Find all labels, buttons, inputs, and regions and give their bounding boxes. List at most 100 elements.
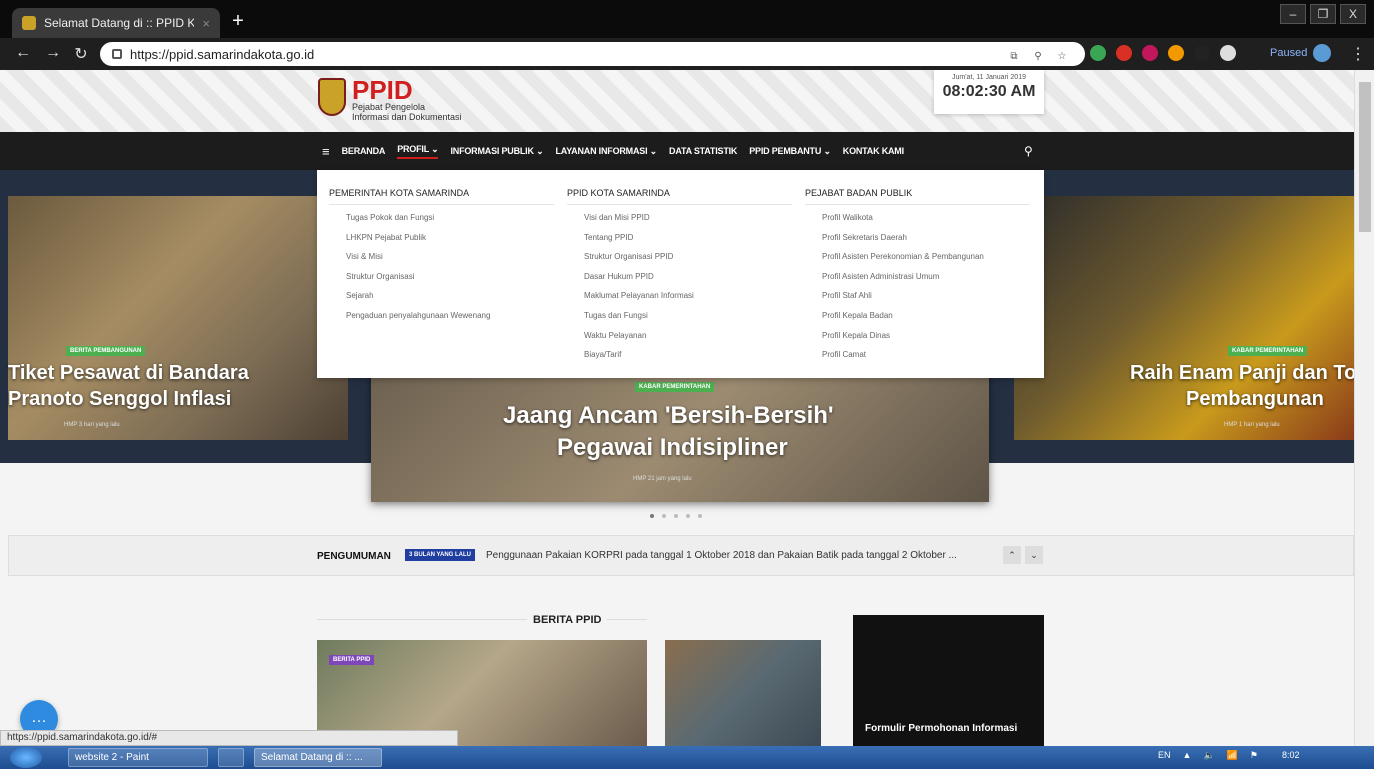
dropdown-item[interactable]: Dasar Hukum PPID [567, 272, 792, 292]
slide-right[interactable]: KABAR PEMERINTAHAN Raih Enam Panji dan T… [1014, 196, 1354, 440]
announcement-text[interactable]: Penggunaan Pakaian KORPRI pada tanggal 1… [486, 550, 957, 561]
tray-arrow-icon[interactable]: ▲ [1183, 750, 1192, 761]
bookmark-star-icon[interactable]: ☆ [1053, 47, 1071, 65]
dropdown-item[interactable]: Profil Kepala Dinas [805, 331, 1030, 351]
logo-title: PPID [352, 75, 413, 105]
browser-tab[interactable]: Selamat Datang di :: PPID KOTA × [12, 8, 220, 38]
hamburger-menu-icon[interactable]: ≡ [322, 144, 330, 159]
dropdown-heading: PEJABAT BADAN PUBLIK [805, 188, 1030, 205]
announcement-label: PENGUMUMAN [317, 551, 391, 562]
profile-button[interactable]: Paused [1270, 44, 1332, 62]
dropdown-item[interactable]: Profil Staf Ahli [805, 291, 1030, 311]
slide-center[interactable]: KABAR PEMERINTAHAN Jaang Ancam 'Bersih-B… [371, 370, 989, 502]
reload-icon[interactable]: ↻ [70, 44, 92, 64]
zoom-icon[interactable]: ⚲ [1029, 47, 1047, 65]
extension-white-icon[interactable] [1220, 45, 1236, 61]
dropdown-item[interactable]: Tentang PPID [567, 233, 792, 253]
dropdown-item[interactable]: Tugas Pokok dan Fungsi [329, 213, 554, 233]
dropdown-item[interactable]: LHKPN Pejabat Publik [329, 233, 554, 253]
slide-left-tag: BERITA PEMBANGUNAN [66, 346, 146, 356]
extension-icons [1090, 45, 1236, 61]
dropdown-item[interactable]: Profil Asisten Perekonomian & Pembanguna… [805, 252, 1030, 272]
slider-dot[interactable] [662, 514, 666, 518]
dropdown-column-ppid: PPID KOTA SAMARINDA Visi dan Misi PPID T… [567, 188, 792, 370]
start-button[interactable] [10, 747, 42, 768]
task-explorer[interactable] [218, 748, 244, 767]
dropdown-item[interactable]: Struktur Organisasi [329, 272, 554, 292]
form-request-banner[interactable]: Formulir Permohonan Informasi [853, 615, 1044, 746]
dropdown-item[interactable]: Profil Kepala Badan [805, 311, 1030, 331]
dropdown-item[interactable]: Sejarah [329, 291, 554, 311]
maximize-button[interactable]: ❐ [1310, 4, 1336, 24]
dropdown-item[interactable]: Profil Sekretaris Daerah [805, 233, 1030, 253]
minimize-button[interactable]: – [1280, 4, 1306, 24]
dropdown-item[interactable]: Profil Asisten Administrasi Umum [805, 272, 1030, 292]
nav-data-statistik[interactable]: DATA STATISTIK [669, 146, 737, 156]
nav-beranda[interactable]: BERANDA [342, 146, 386, 156]
dropdown-item[interactable]: Tugas dan Fungsi [567, 311, 792, 331]
dropdown-item[interactable]: Visi & Misi [329, 252, 554, 272]
slide-right-tag: KABAR PEMERINTAHAN [1228, 346, 1308, 356]
dropdown-item[interactable]: Profil Camat [805, 350, 1030, 370]
nav-layanan-informasi[interactable]: LAYANAN INFORMASI ⌄ [555, 146, 657, 157]
slider-dot[interactable] [674, 514, 678, 518]
slide-left-meta: HMP 3 hari yang lalu [64, 422, 120, 428]
url-text: https://ppid.samarindakota.go.id [130, 46, 315, 62]
extension-orange-icon[interactable] [1168, 45, 1184, 61]
language-indicator[interactable]: EN [1158, 750, 1171, 761]
nav-kontak-kami[interactable]: KONTAK KAMI [843, 146, 904, 156]
dropdown-item[interactable]: Struktur Organisasi PPID [567, 252, 792, 272]
tab-close-icon[interactable]: × [202, 16, 210, 31]
browser-toolbar: ← → ↻ https://ppid.samarindakota.go.id ⧉… [0, 38, 1374, 70]
news-card-small[interactable] [665, 640, 821, 746]
forward-arrow-icon[interactable]: → [42, 44, 64, 62]
slider-dot[interactable] [650, 514, 654, 518]
task-chrome[interactable]: Selamat Datang di :: ... [254, 748, 382, 767]
new-tab-button[interactable]: + [227, 11, 249, 33]
dropdown-item[interactable]: Pengaduan penyalahgunaan Wewenang [329, 311, 554, 331]
nav-ppid-pembantu[interactable]: PPID PEMBANTU ⌄ [749, 146, 831, 157]
system-tray: EN ▲ 🔈 📶 ⚑ 8:02 [1158, 750, 1299, 761]
search-icon[interactable]: ⚲ [1024, 144, 1033, 158]
network-icon[interactable]: 📶 [1227, 750, 1238, 761]
slide-right-title-1: Raih Enam Panji dan To [1130, 362, 1354, 384]
tray-clock[interactable]: 8:02 [1282, 750, 1300, 761]
extension-green-icon[interactable] [1090, 45, 1106, 61]
slide-right-meta: HMP 1 hari yang lalu [1224, 422, 1280, 428]
slide-left[interactable]: BERITA PEMBANGUNAN Tiket Pesawat di Band… [8, 196, 348, 440]
announcement-up-button[interactable]: ⌃ [1003, 546, 1021, 564]
close-window-button[interactable]: X [1340, 4, 1366, 24]
news-tag: BERITA PPID [329, 655, 375, 665]
translate-icon[interactable]: ⧉ [1005, 47, 1023, 65]
site-logo[interactable]: PPID Pejabat Pengelola Informasi dan Dok… [318, 75, 462, 122]
task-paint[interactable]: website 2 - Paint [68, 748, 208, 767]
clock-date: Jum'at, 11 Januari 2019 [952, 74, 1026, 81]
header-banner [0, 70, 1354, 132]
volume-icon[interactable]: 🔈 [1203, 750, 1214, 761]
extension-tab-icon[interactable] [1142, 45, 1158, 61]
dropdown-item[interactable]: Waktu Pelayanan [567, 331, 792, 351]
dropdown-item[interactable]: Biaya/Tarif [567, 350, 792, 370]
clock-widget: Jum'at, 11 Januari 2019 08:02:30 AM [934, 70, 1044, 114]
scrollbar[interactable] [1354, 70, 1374, 746]
slider-dot[interactable] [686, 514, 690, 518]
ppid-shield-icon [318, 78, 346, 116]
slide-left-title-2: Pranoto Senggol Inflasi [8, 388, 232, 410]
flag-icon[interactable]: ⚑ [1250, 750, 1258, 761]
announcement-down-button[interactable]: ⌄ [1025, 546, 1043, 564]
dropdown-item[interactable]: Maklumat Pelayanan Informasi [567, 291, 792, 311]
scrollbar-thumb[interactable] [1359, 82, 1371, 232]
extension-dark-icon[interactable] [1194, 45, 1210, 61]
slide-center-tag: KABAR PEMERINTAHAN [635, 382, 715, 392]
nav-profil[interactable]: PROFIL ⌄ [397, 144, 439, 159]
extension-red-icon[interactable] [1116, 45, 1132, 61]
dropdown-item[interactable]: Visi dan Misi PPID [567, 213, 792, 233]
nav-informasi-publik[interactable]: INFORMASI PUBLIK ⌄ [450, 146, 543, 157]
back-arrow-icon[interactable]: ← [12, 44, 34, 62]
dropdown-column-pejabat: PEJABAT BADAN PUBLIK Profil Walikota Pro… [805, 188, 1030, 370]
main-navigation: ≡ BERANDA PROFIL ⌄ INFORMASI PUBLIK ⌄ LA… [0, 132, 1354, 170]
menu-kebab-icon[interactable]: ⋮ [1350, 44, 1366, 64]
slider-dot[interactable] [698, 514, 702, 518]
address-bar[interactable]: https://ppid.samarindakota.go.id ⧉ ⚲ ☆ [100, 42, 1085, 66]
dropdown-item[interactable]: Profil Walikota [805, 213, 1030, 233]
